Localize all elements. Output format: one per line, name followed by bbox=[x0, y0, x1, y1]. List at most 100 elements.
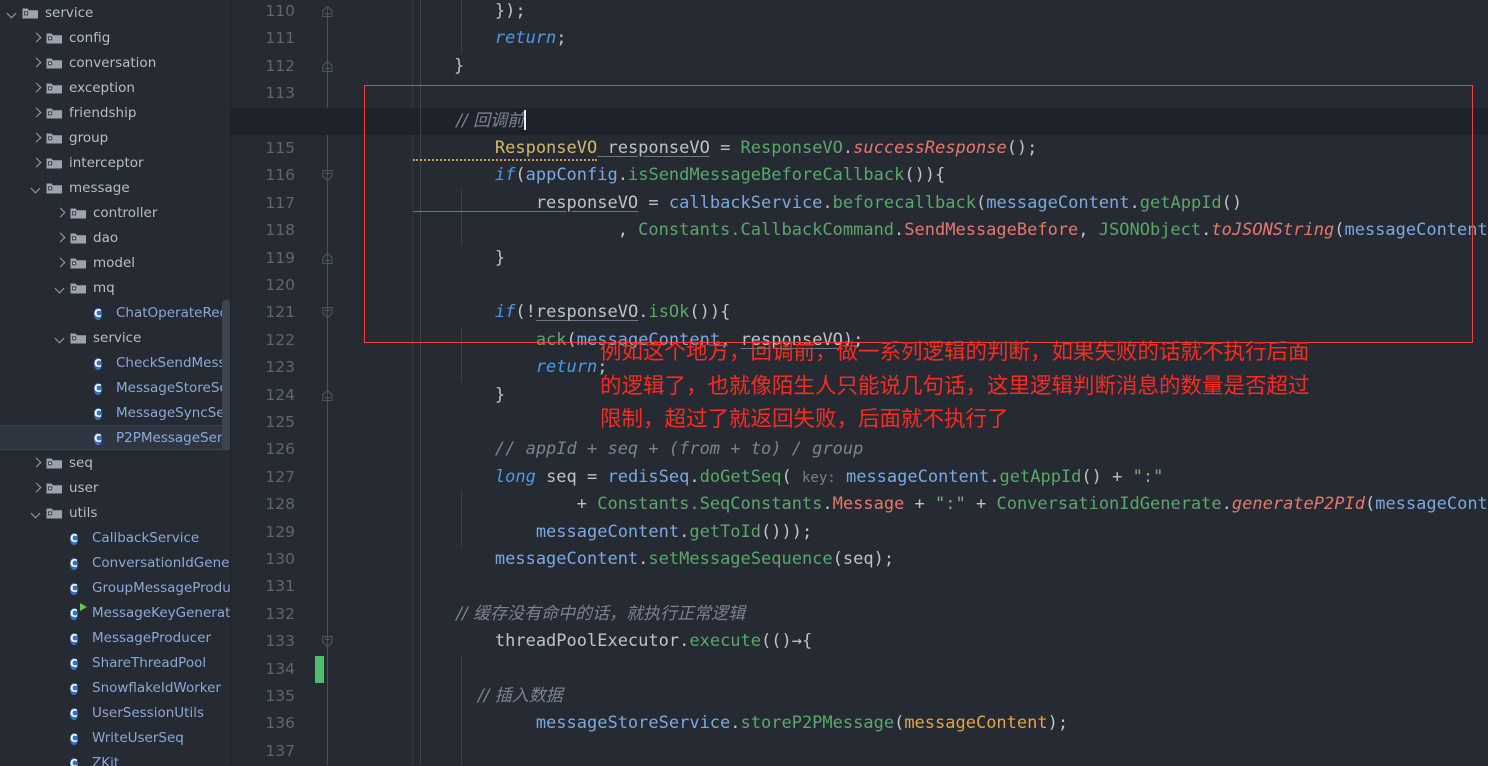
tree-item-callbackservice[interactable]: C CallbackService bbox=[0, 525, 231, 550]
code-line[interactable]: messageContent.setMessageSequence(seq); bbox=[413, 546, 894, 573]
code-line[interactable]: } bbox=[413, 382, 505, 409]
code-line[interactable]: return; bbox=[413, 25, 567, 52]
tree-item-label: UserSessionUtils bbox=[92, 704, 204, 721]
tree-item-label: conversation bbox=[69, 54, 157, 71]
tree-item-messagekeygenerate[interactable]: C MessageKeyGenerate bbox=[0, 600, 231, 625]
tree-item-service[interactable]: service bbox=[0, 0, 231, 25]
tree-item-utils[interactable]: utils bbox=[0, 500, 231, 525]
tree-item-messageproducer[interactable]: C MessageProducer bbox=[0, 625, 231, 650]
code-line[interactable]: }); bbox=[413, 0, 526, 25]
chevron-right-icon[interactable] bbox=[54, 256, 67, 269]
chevron-right-icon[interactable] bbox=[30, 156, 43, 169]
code-line[interactable]: long seq = redisSeq.doGetSeq( key: messa… bbox=[413, 464, 1163, 491]
code-line[interactable]: responseVO = callbackService.beforecallb… bbox=[413, 190, 1242, 217]
code-line[interactable]: return; bbox=[413, 354, 608, 381]
code-token: responseVO bbox=[535, 302, 639, 323]
tree-item-conversationidgenerate[interactable]: C ConversationIdGenerate bbox=[0, 550, 231, 575]
code-line[interactable]: // 回调前 bbox=[413, 108, 527, 135]
project-tree[interactable]: service config conversation exception friend… bbox=[0, 0, 231, 766]
code-line[interactable]: } bbox=[413, 53, 464, 80]
code-line[interactable]: // 缓存没有命中的话，就执行正常逻辑 bbox=[413, 601, 745, 628]
tree-item-chatoperatereceiver[interactable]: C ChatOperateReceiver bbox=[0, 300, 231, 325]
java-class-icon: C bbox=[70, 682, 78, 695]
tree-item-snowflakeidworker[interactable]: C SnowflakeIdWorker bbox=[0, 675, 231, 700]
chevron-right-icon[interactable] bbox=[30, 131, 43, 144]
tree-item-groupmessageproducer[interactable]: C GroupMessageProducer bbox=[0, 575, 231, 600]
chevron-right-icon[interactable] bbox=[30, 481, 43, 494]
tree-item-messagesyncservice[interactable]: C MessageSyncService bbox=[0, 400, 231, 425]
tree-item-conversation[interactable]: conversation bbox=[0, 50, 231, 75]
code-token: getToId bbox=[689, 521, 762, 542]
tree-item-label: GroupMessageProducer bbox=[92, 579, 231, 596]
tree-item-exception[interactable]: exception bbox=[0, 75, 231, 100]
java-class-icon: C bbox=[70, 657, 78, 670]
code-token: . bbox=[1129, 192, 1140, 213]
code-token: . bbox=[617, 165, 628, 186]
tree-item-usersessionutils[interactable]: C UserSessionUtils bbox=[0, 700, 231, 725]
folder-icon bbox=[70, 206, 87, 220]
tree-item-config[interactable]: config bbox=[0, 25, 231, 50]
chevron-right-icon[interactable] bbox=[30, 56, 43, 69]
tree-item-friendship[interactable]: friendship bbox=[0, 100, 231, 125]
tree-item-p2pmessageservice[interactable]: C P2PMessageService bbox=[0, 425, 231, 450]
code-line[interactable]: if(appConfig.isSendMessageBeforeCallback… bbox=[413, 162, 945, 189]
chevron-down-icon[interactable] bbox=[54, 331, 67, 344]
chevron-down-icon[interactable] bbox=[6, 6, 19, 19]
chevron-right-icon[interactable] bbox=[30, 31, 43, 44]
code-token: }); bbox=[413, 1, 526, 21]
tree-item-seq[interactable]: seq bbox=[0, 450, 231, 475]
code-token: getAppId bbox=[1139, 192, 1222, 213]
code-line[interactable]: // 插入数据 bbox=[413, 683, 563, 710]
tree-item-sharethreadpool[interactable]: C ShareThreadPool bbox=[0, 650, 231, 675]
code-token: , bbox=[1078, 220, 1099, 241]
tree-item-mq[interactable]: mq bbox=[0, 275, 231, 300]
folder-icon bbox=[70, 281, 87, 295]
tree-item-dao[interactable]: dao bbox=[0, 225, 231, 250]
chevron-right-icon[interactable] bbox=[30, 456, 43, 469]
chevron-right-icon[interactable] bbox=[54, 206, 67, 219]
project-tree-panel[interactable]: service config conversation exception friend… bbox=[0, 0, 231, 766]
code-token: ()){ bbox=[904, 165, 946, 186]
tree-item-service[interactable]: service bbox=[0, 325, 231, 350]
code-line[interactable]: + Constants.SeqConstants.Message + ":" +… bbox=[413, 491, 1488, 518]
code-editor[interactable]: 1101111121131141151161171181191201211221… bbox=[231, 0, 1488, 766]
chevron-down-icon[interactable] bbox=[54, 281, 67, 294]
code-line[interactable]: , Constants.CallbackCommand.SendMessageB… bbox=[413, 217, 1488, 244]
code-token: . bbox=[1201, 220, 1212, 241]
code-line[interactable]: ResponseVO responseVO = ResponseVO.succe… bbox=[413, 135, 1037, 162]
code-token: . bbox=[989, 466, 1000, 487]
tree-item-message[interactable]: message bbox=[0, 175, 231, 200]
code-line[interactable]: messageContent.getToId())); bbox=[413, 519, 812, 546]
tree-item-label: group bbox=[69, 129, 109, 146]
chevron-down-icon[interactable] bbox=[30, 506, 43, 519]
chevron-right-icon[interactable] bbox=[54, 231, 67, 244]
code-token: . bbox=[679, 631, 690, 652]
code-line[interactable]: if(!responseVO.isOk()){ bbox=[413, 299, 730, 326]
tree-item-checksendmessageservice[interactable]: C CheckSendMessageService bbox=[0, 350, 231, 375]
tree-item-writeuserseq[interactable]: C WriteUserSeq bbox=[0, 725, 231, 750]
chevron-down-icon[interactable] bbox=[30, 181, 43, 194]
code-line[interactable]: // appId + seq + (from + to) / group bbox=[413, 436, 863, 463]
tree-item-label: MessageStoreService bbox=[116, 379, 231, 396]
code-line[interactable]: messageStoreService.storeP2PMessage(mess… bbox=[413, 710, 1068, 737]
tree-item-user[interactable]: user bbox=[0, 475, 231, 500]
tree-item-model[interactable]: model bbox=[0, 250, 231, 275]
tree-item-controller[interactable]: controller bbox=[0, 200, 231, 225]
tree-item-messagestoreservice[interactable]: C MessageStoreService bbox=[0, 375, 231, 400]
tree-item-group[interactable]: group bbox=[0, 125, 231, 150]
red-annotation-text: 例如这个地方，回调前，做一系列逻辑的判断，如果失败的话就不执行后面 的逻辑了，也… bbox=[600, 340, 1310, 432]
code-token: ( bbox=[781, 466, 802, 487]
folder-icon bbox=[70, 231, 87, 245]
tree-item-zkit[interactable]: C ZKit bbox=[0, 750, 231, 766]
chevron-right-icon[interactable] bbox=[30, 106, 43, 119]
tree-item-interceptor[interactable]: interceptor bbox=[0, 150, 231, 175]
code-line[interactable]: } bbox=[413, 245, 505, 272]
code-line[interactable]: threadPoolExecutor.execute(()→{ bbox=[413, 628, 812, 655]
chevron-right-icon[interactable] bbox=[30, 81, 43, 94]
code-token: doGetSeq bbox=[699, 466, 782, 487]
